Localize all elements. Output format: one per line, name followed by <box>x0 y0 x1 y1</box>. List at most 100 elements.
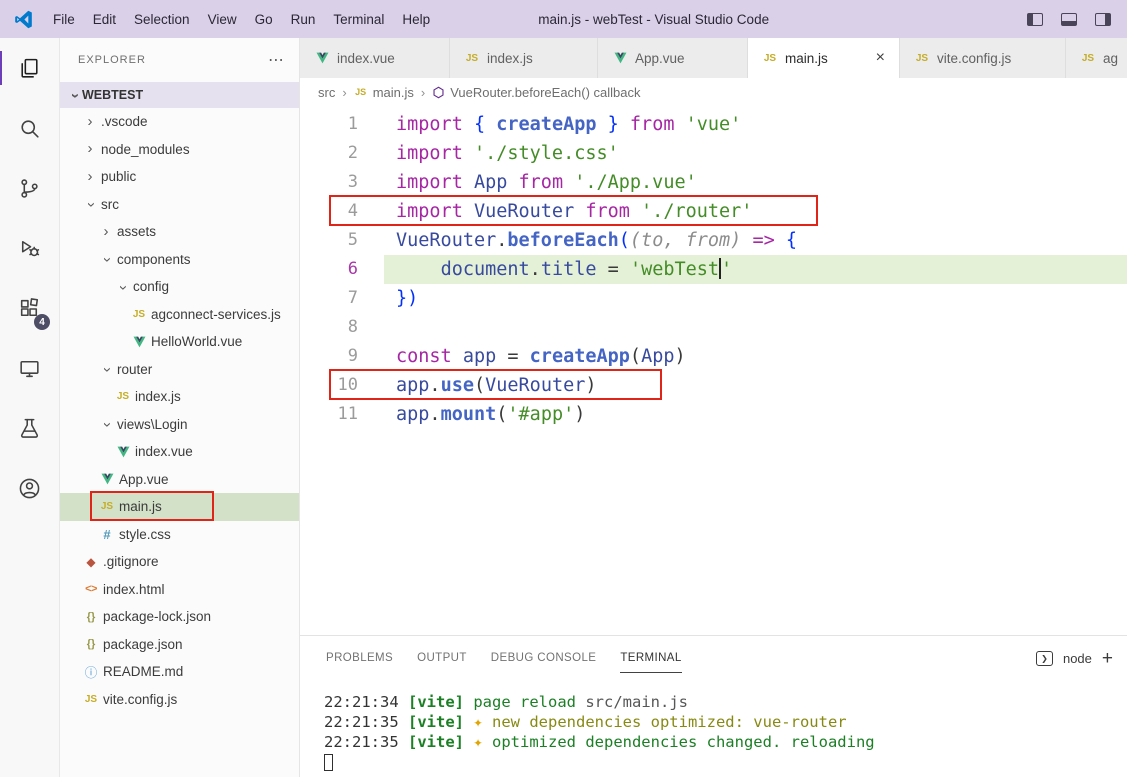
tree-item-vscode[interactable]: › .vscode <box>60 108 299 136</box>
js-file-icon: JS <box>84 693 98 705</box>
tab-app-vue[interactable]: App.vue <box>598 38 748 78</box>
menu-view[interactable]: View <box>199 0 246 38</box>
code-line-text: import './style.css' <box>396 143 619 164</box>
line-number[interactable]: 4 <box>300 197 384 226</box>
activity-run-debug[interactable] <box>0 218 59 278</box>
breadcrumb-item-src[interactable]: src <box>318 85 335 100</box>
json-file-icon: {} <box>86 638 96 651</box>
run-debug-icon <box>21 240 40 256</box>
tree-item-helloworld-vue[interactable]: HelloWorld.vue <box>60 328 299 356</box>
menu-run[interactable]: Run <box>282 0 325 38</box>
code-line-10[interactable]: 10 app.use(VueRouter) <box>300 371 1127 400</box>
panel-tab-problems[interactable]: PROBLEMS <box>314 636 405 680</box>
tree-item-style-css[interactable]: # style.css <box>60 521 299 549</box>
tree-item-index-vue[interactable]: index.vue <box>60 438 299 466</box>
code-line-3[interactable]: 3 import App from './App.vue' <box>300 168 1127 197</box>
js-file-icon: JS <box>132 308 146 320</box>
line-number[interactable]: 2 <box>300 139 384 168</box>
tab-main-js[interactable]: JS main.js × <box>748 38 900 78</box>
breadcrumb-item-main-js[interactable]: JS main.js <box>354 85 414 100</box>
line-number[interactable]: 9 <box>300 342 384 371</box>
code-line-2[interactable]: 2 import './style.css' <box>300 139 1127 168</box>
tree-item-index-js[interactable]: JS index.js <box>60 383 299 411</box>
workspace-root[interactable]: › WEBTEST <box>60 82 299 108</box>
tree-item-label: style.css <box>119 526 171 542</box>
line-number[interactable]: 8 <box>300 313 384 342</box>
menu-go[interactable]: Go <box>246 0 282 38</box>
menu-file[interactable]: File <box>44 0 84 38</box>
code-line-8[interactable]: 8 <box>300 313 1127 342</box>
tab-label: main.js <box>785 50 828 66</box>
toggle-panel-icon[interactable] <box>1061 12 1077 26</box>
code-line-4[interactable]: 4 import VueRouter from './router' <box>300 197 1127 226</box>
activity-remote-explorer[interactable] <box>0 338 59 398</box>
menu-terminal[interactable]: Terminal <box>324 0 393 38</box>
menu-edit[interactable]: Edit <box>84 0 125 38</box>
activity-account[interactable] <box>0 458 59 518</box>
tree-item-vite-config-js[interactable]: JS vite.config.js <box>60 686 299 714</box>
tree-item-label: agconnect-services.js <box>151 306 281 322</box>
terminal-output[interactable]: 22:21:34 [vite] page reload src/main.js 2… <box>300 680 1127 772</box>
code-line-5[interactable]: 5 VueRouter.beforeEach((to, from) => { <box>300 226 1127 255</box>
tab-label: ag <box>1103 50 1119 66</box>
tree-item-router[interactable]: › router <box>60 356 299 384</box>
code-line-11[interactable]: 11 app.mount('#app') <box>300 400 1127 429</box>
new-terminal-button[interactable]: + <box>1102 649 1113 668</box>
tree-item-main-js[interactable]: JS main.js <box>60 493 299 521</box>
activity-search[interactable] <box>0 98 59 158</box>
code-editor[interactable]: 1 import { createApp } from 'vue' 2 import … <box>300 106 1127 635</box>
close-icon[interactable]: × <box>876 50 885 66</box>
tree-item-components[interactable]: › components <box>60 246 299 274</box>
menu-selection[interactable]: Selection <box>125 0 199 38</box>
editor-group: index.vue JS index.js App.vue JS main.js × JS vi… <box>300 38 1127 777</box>
line-number[interactable]: 1 <box>300 110 384 139</box>
line-number[interactable]: 3 <box>300 168 384 197</box>
tree-item-label: node_modules <box>101 141 190 157</box>
tree-item-gitignore[interactable]: ◆ .gitignore <box>60 548 299 576</box>
tree-item-agconnect-services-js[interactable]: JS agconnect-services.js <box>60 301 299 329</box>
tree-item-src[interactable]: › src <box>60 191 299 219</box>
line-number[interactable]: 10 <box>300 371 384 400</box>
code-line-7[interactable]: 7}) <box>300 284 1127 313</box>
remote-explorer-icon <box>20 360 39 377</box>
source-control-icon <box>21 178 38 198</box>
shell-label[interactable]: node <box>1063 651 1092 666</box>
activity-extensions[interactable]: 4 <box>0 278 59 338</box>
activity-explorer[interactable] <box>0 38 59 98</box>
tab-index-js[interactable]: JS index.js <box>450 38 598 78</box>
line-number[interactable]: 6 <box>300 255 384 284</box>
code-line-9[interactable]: 9 const app = createApp(App) <box>300 342 1127 371</box>
line-number[interactable]: 5 <box>300 226 384 255</box>
account-icon <box>19 478 40 498</box>
tree-item-app-vue[interactable]: App.vue <box>60 466 299 494</box>
tree-item-readme-md[interactable]: ⓘ README.md <box>60 658 299 686</box>
tree-item-config[interactable]: › config <box>60 273 299 301</box>
tree-item-views-login[interactable]: › views\Login <box>60 411 299 439</box>
menu-help[interactable]: Help <box>393 0 439 38</box>
tree-item-index-html[interactable]: <> index.html <box>60 576 299 604</box>
tab-vite-config-js[interactable]: JS vite.config.js <box>900 38 1066 78</box>
panel-tab-debug-console[interactable]: DEBUG CONSOLE <box>479 636 609 680</box>
tree-item-label: src <box>101 196 119 212</box>
more-actions-icon[interactable]: ⋯ <box>268 50 285 70</box>
window-controls <box>1027 0 1111 38</box>
customize-layout-icon[interactable] <box>1095 12 1111 26</box>
tab-ag[interactable]: JS ag <box>1066 38 1127 78</box>
line-number[interactable]: 7 <box>300 284 384 313</box>
tree-item-public[interactable]: › public <box>60 163 299 191</box>
tree-item-assets[interactable]: › assets <box>60 218 299 246</box>
line-number[interactable]: 11 <box>300 400 384 429</box>
tree-item-package-lock-json[interactable]: {} package-lock.json <box>60 603 299 631</box>
tab-index-vue[interactable]: index.vue <box>300 38 450 78</box>
tree-item-node-modules[interactable]: › node_modules <box>60 136 299 164</box>
code-line-text: }) <box>396 288 419 309</box>
code-line-6[interactable]: 6 document.title = 'webTest ' <box>300 255 1127 284</box>
toggle-sidebar-icon[interactable] <box>1027 12 1043 26</box>
activity-testing[interactable] <box>0 398 59 458</box>
activity-source-control[interactable] <box>0 158 59 218</box>
tree-item-package-json[interactable]: {} package.json <box>60 631 299 659</box>
panel-tab-terminal[interactable]: TERMINAL <box>608 636 693 680</box>
panel-tab-output[interactable]: OUTPUT <box>405 636 479 680</box>
breadcrumb-item-vuerouter-beforeeach-callback[interactable]: VueRouter.beforeEach() callback <box>432 85 641 100</box>
code-line-1[interactable]: 1 import { createApp } from 'vue' <box>300 110 1127 139</box>
